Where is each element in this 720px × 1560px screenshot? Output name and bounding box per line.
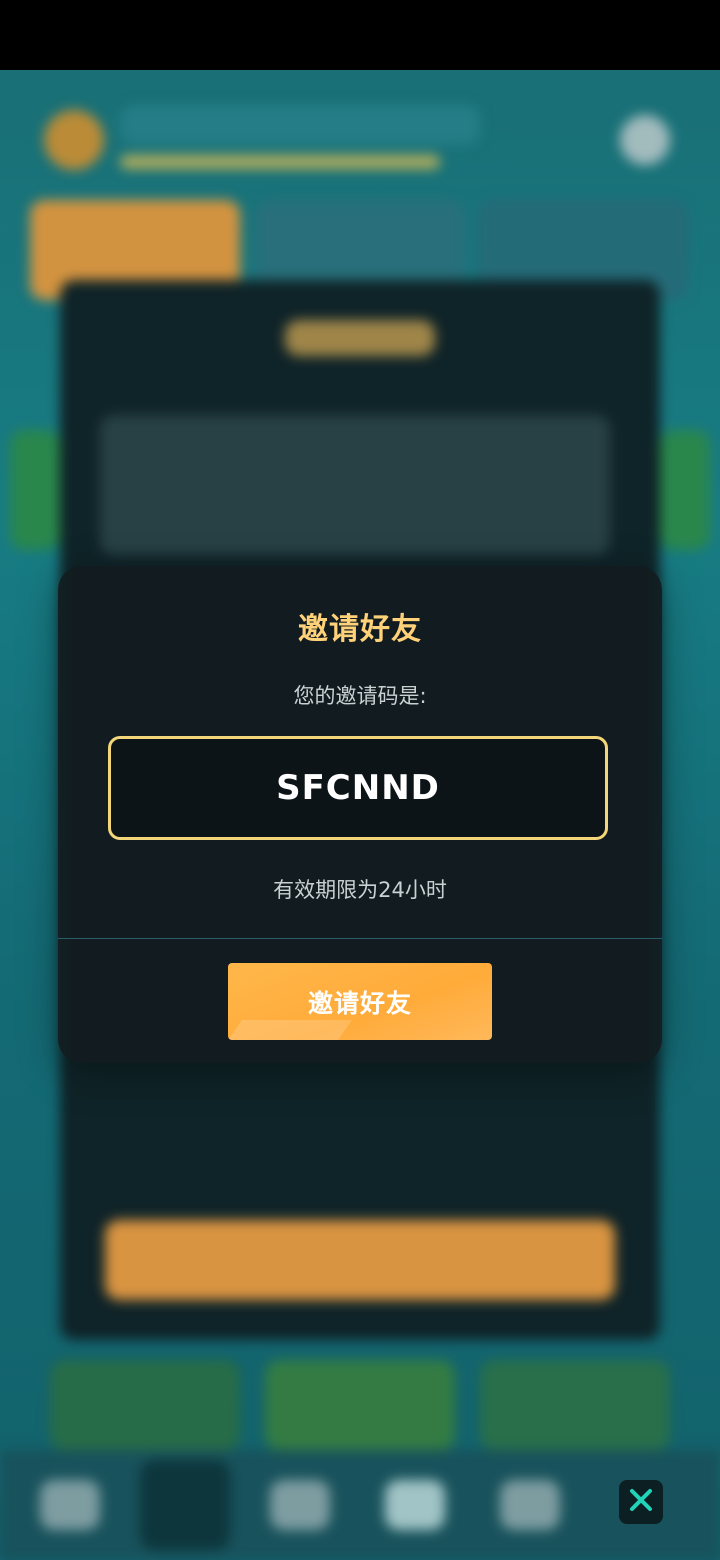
invite-code-box[interactable]: SFCNND xyxy=(108,736,608,840)
close-button[interactable] xyxy=(619,1480,663,1524)
invite-dialog: 邀请好友 您的邀请码是: SFCNND 有效期限为24小时 邀请好友 xyxy=(58,566,662,1063)
status-bar xyxy=(0,0,720,70)
invite-code-label: 您的邀请码是: xyxy=(293,684,427,708)
close-icon xyxy=(626,1485,656,1519)
invite-code: SFCNND xyxy=(276,768,440,808)
dialog-title: 邀请好友 xyxy=(298,612,422,647)
dialog-divider xyxy=(58,938,662,939)
invite-friends-button[interactable]: 邀请好友 xyxy=(228,963,492,1040)
validity-text: 有效期限为24小时 xyxy=(273,878,447,902)
